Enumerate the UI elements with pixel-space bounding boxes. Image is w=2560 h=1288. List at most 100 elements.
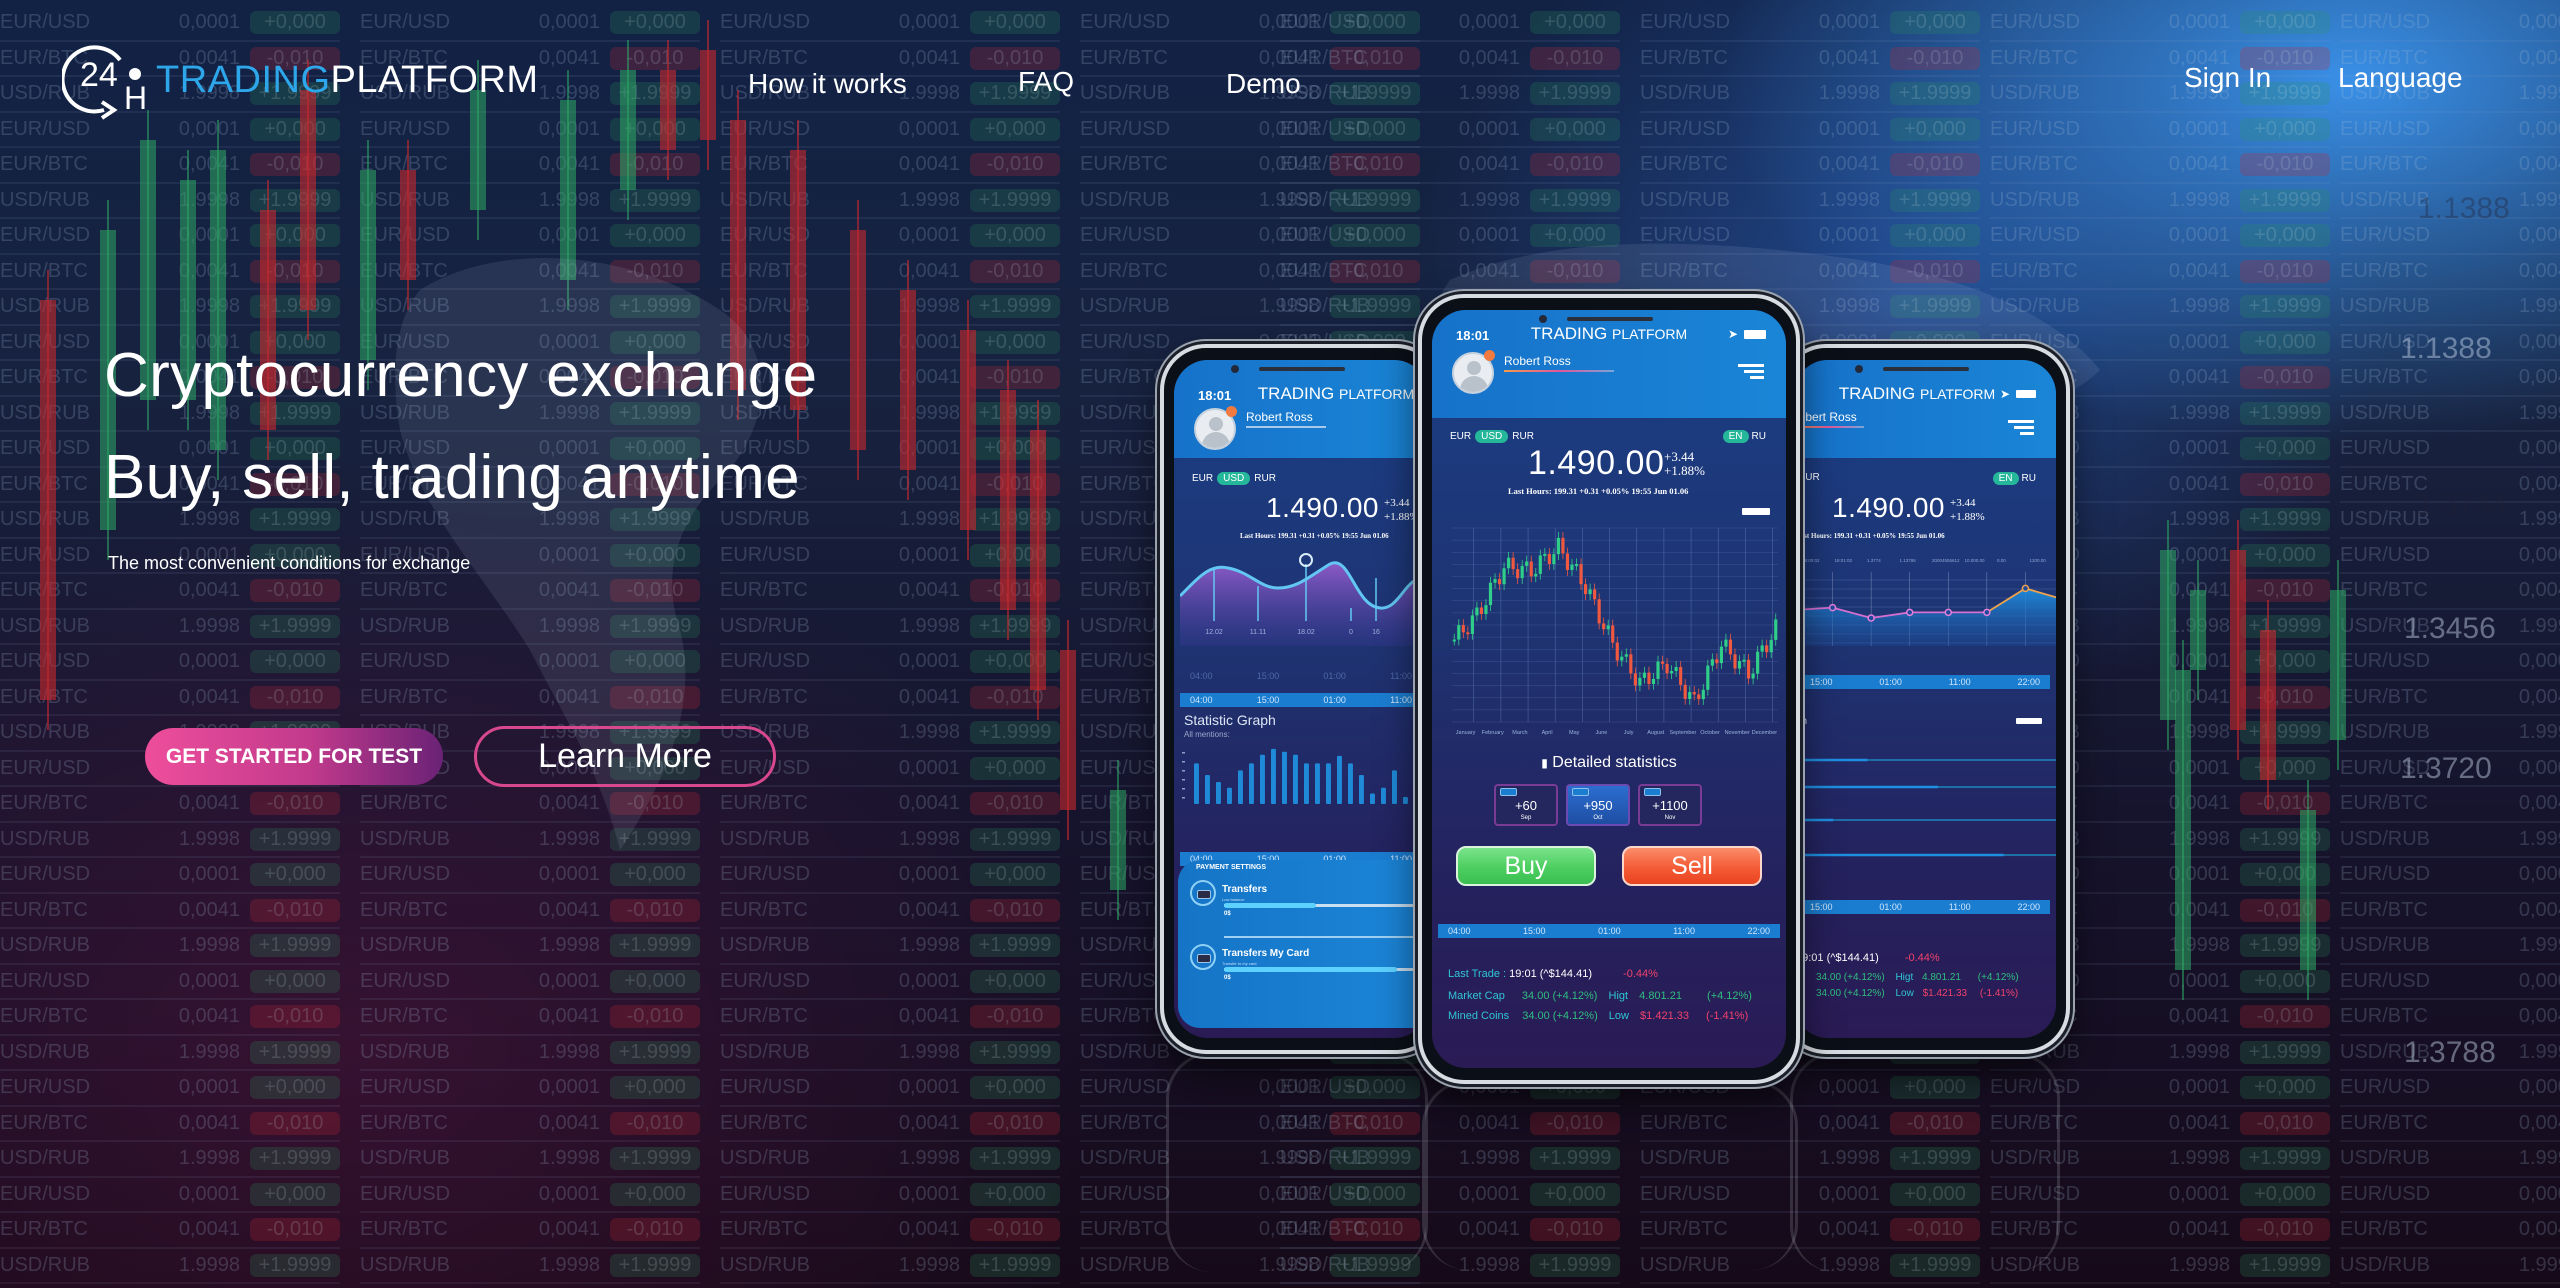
ticker-row: USD/RUB1.9998+1.9999 [0, 1142, 340, 1178]
phone-left: 18:01 TRADING PLATFORM Robert Ross EUR U… [1160, 344, 1442, 1054]
nav-faq[interactable]: FAQ [1018, 66, 1074, 98]
sell-button[interactable]: Sell [1622, 846, 1762, 886]
ticker-row: EUR/USD0,0001+0,000 [0, 1178, 340, 1213]
ticker-row: EUR/BTC0,0041-0,010 [2340, 1000, 2560, 1036]
nav-demo[interactable]: Demo [1226, 68, 1301, 100]
line-area-chart: 18:00:02 18:01:02 1.3774 1.13786 20004555612… [1794, 558, 2056, 646]
language-link[interactable]: Language [2338, 62, 2463, 94]
month-label: June [1595, 730, 1607, 736]
candle-body [1588, 589, 1592, 595]
menu-icon[interactable] [1738, 364, 1764, 379]
payment-settings-card: PAYMENT SETTINGS Transfers Low balance 0… [1178, 860, 1428, 1028]
toggle-switch[interactable] [2016, 718, 2042, 724]
lang-en[interactable]: EN [1722, 430, 1749, 443]
progress-fill [1224, 967, 1398, 972]
mentions-bar [1315, 763, 1320, 804]
y-tick [1182, 797, 1185, 799]
candle-body [1642, 672, 1647, 678]
candle-body [1452, 639, 1456, 642]
month-label: July [1624, 730, 1634, 736]
nav-how-it-works[interactable]: How it works [748, 68, 907, 100]
candle-body [1719, 646, 1723, 664]
ticker-row: EUR/BTC0,0041-0,010 [2340, 894, 2560, 929]
language-selector[interactable]: EN RU [1722, 430, 1766, 443]
last-trade-value: 19:01 (^$144.41) -0.44% [1796, 952, 1940, 964]
currency-usd[interactable]: USD [1475, 430, 1509, 443]
sign-in-link[interactable]: Sign In [2184, 62, 2271, 94]
month-label: March [1512, 730, 1527, 736]
stat-card-oct[interactable]: +950 Oct [1566, 784, 1630, 826]
currency-selector[interactable]: RUR [1798, 472, 1820, 483]
lang-en[interactable]: EN [1992, 472, 2019, 485]
candle-body [1606, 625, 1610, 630]
price-value: 1.490.00 [1266, 492, 1379, 523]
currency-eur[interactable]: EUR [1450, 431, 1471, 442]
month-label: April [1542, 730, 1553, 736]
location-arrow-icon: ➤ [1999, 387, 2010, 401]
candle-body [1516, 569, 1520, 579]
background-candle [2300, 780, 2316, 1000]
payment-item-transfers-my-card[interactable]: Transfers My Card Transfer to my card 0$ [1190, 944, 1428, 994]
ticker-row: USD/RUB1.9998+1.9999 [360, 1249, 700, 1284]
price-delta: +3.44 +1.88% [1950, 497, 1985, 523]
currency-selector[interactable]: EUR USD RUR [1450, 430, 1534, 443]
candle-body [1520, 565, 1524, 579]
stat-card-nov[interactable]: +1100 Nov [1638, 784, 1702, 826]
last-hours: Last Hours: 199.31 +0.31 +0.05% 19:55 Ju… [1796, 532, 1945, 540]
card-icon [1190, 880, 1216, 906]
buy-button[interactable]: Buy [1456, 846, 1596, 886]
ticker-row: EUR/BTC0,0041-0,010 [2340, 361, 2560, 397]
phone-right: TRADING PLATFORM ➤ Robert Ross RUR EN RU… [1780, 344, 2070, 1054]
candle-body [1651, 678, 1656, 684]
line-header-label: 0.00 [1997, 558, 2006, 563]
stat-card-sep[interactable]: +60 Sep [1494, 784, 1558, 826]
lang-ru[interactable]: RU [1752, 431, 1766, 442]
currency-rur[interactable]: RUR [1512, 431, 1534, 442]
learn-more-button[interactable]: Learn More [474, 726, 776, 787]
menu-icon[interactable] [2008, 420, 2034, 435]
floating-quote: 1.3456 [2404, 612, 2496, 645]
ticker-row: USD/RUB1.9998+1.9999 [2340, 1249, 2560, 1284]
candle-body [1751, 673, 1755, 679]
ticker-row: EUR/BTC0,0041-0,010 [0, 894, 340, 929]
ticker-row: USD/RUB1.9998+1.9999 [360, 929, 700, 965]
candle-body [1507, 557, 1511, 569]
ticker-row: EUR/BTC0,0041-0,010 [2340, 148, 2560, 184]
top-navigation: 24 H TRADINGPLATFORM How it works FAQ De… [0, 0, 2560, 140]
y-tick [1182, 761, 1185, 763]
language-selector[interactable]: EN RU [1992, 472, 2036, 485]
candle-body [1733, 654, 1737, 669]
ticker-row: EUR/USD0,0001+0,000 [720, 965, 1060, 1000]
toggle-switch[interactable] [1742, 508, 1770, 515]
currency-eur[interactable]: EUR [1192, 473, 1213, 484]
ticker-row: EUR/BTC0,0041-0,010 [0, 148, 340, 184]
line-header-label: 1.13786 [1900, 558, 1917, 563]
price-value: 1.490.00 [1528, 444, 1665, 482]
ticker-row: EUR/BTC0,0041-0,010 [360, 1000, 700, 1036]
candle-body [1624, 654, 1628, 657]
get-started-button[interactable]: GET STARTED FOR TEST [145, 728, 443, 785]
ticker-row: USD/RUB1.9998+1.9999 [720, 929, 1060, 965]
mentions-bar [1227, 787, 1232, 804]
detailed-statistics-title: ▮ Detailed statistics [1541, 754, 1677, 771]
ticker-row: EUR/BTC0,0041-0,010 [720, 1107, 1060, 1142]
divider [1224, 936, 1428, 938]
currency-usd[interactable]: USD [1217, 472, 1251, 485]
mentions-bar [1205, 775, 1210, 804]
phone-reflection [1422, 1080, 1798, 1270]
y-tick [1182, 788, 1185, 790]
logo-h: H [124, 80, 148, 116]
phone-center-screen: 18:01 TRADING PLATFORM ➤ Robert Ross EUR… [1432, 310, 1786, 1068]
ticker-row: EUR/BTC0,0041-0,010 [720, 1213, 1060, 1249]
ticker-row: EUR/BTC0,0041-0,010 [2340, 1107, 2560, 1142]
currency-selector[interactable]: EUR USD RUR [1192, 472, 1276, 485]
currency-rur[interactable]: RUR [1254, 473, 1276, 484]
candle-body [1688, 692, 1692, 699]
logo[interactable]: 24 H TRADINGPLATFORM [60, 38, 539, 122]
payment-item-transfers[interactable]: Transfers Low balance 0$ [1190, 880, 1428, 930]
ticker-row: EUR/BTC0,0041-0,010 [0, 1213, 340, 1249]
lang-ru[interactable]: RU [2022, 473, 2036, 484]
battery-icon [1744, 329, 1766, 339]
month-label: September [1669, 730, 1696, 736]
phone-left-screen: 18:01 TRADING PLATFORM Robert Ross EUR U… [1174, 360, 1428, 1038]
